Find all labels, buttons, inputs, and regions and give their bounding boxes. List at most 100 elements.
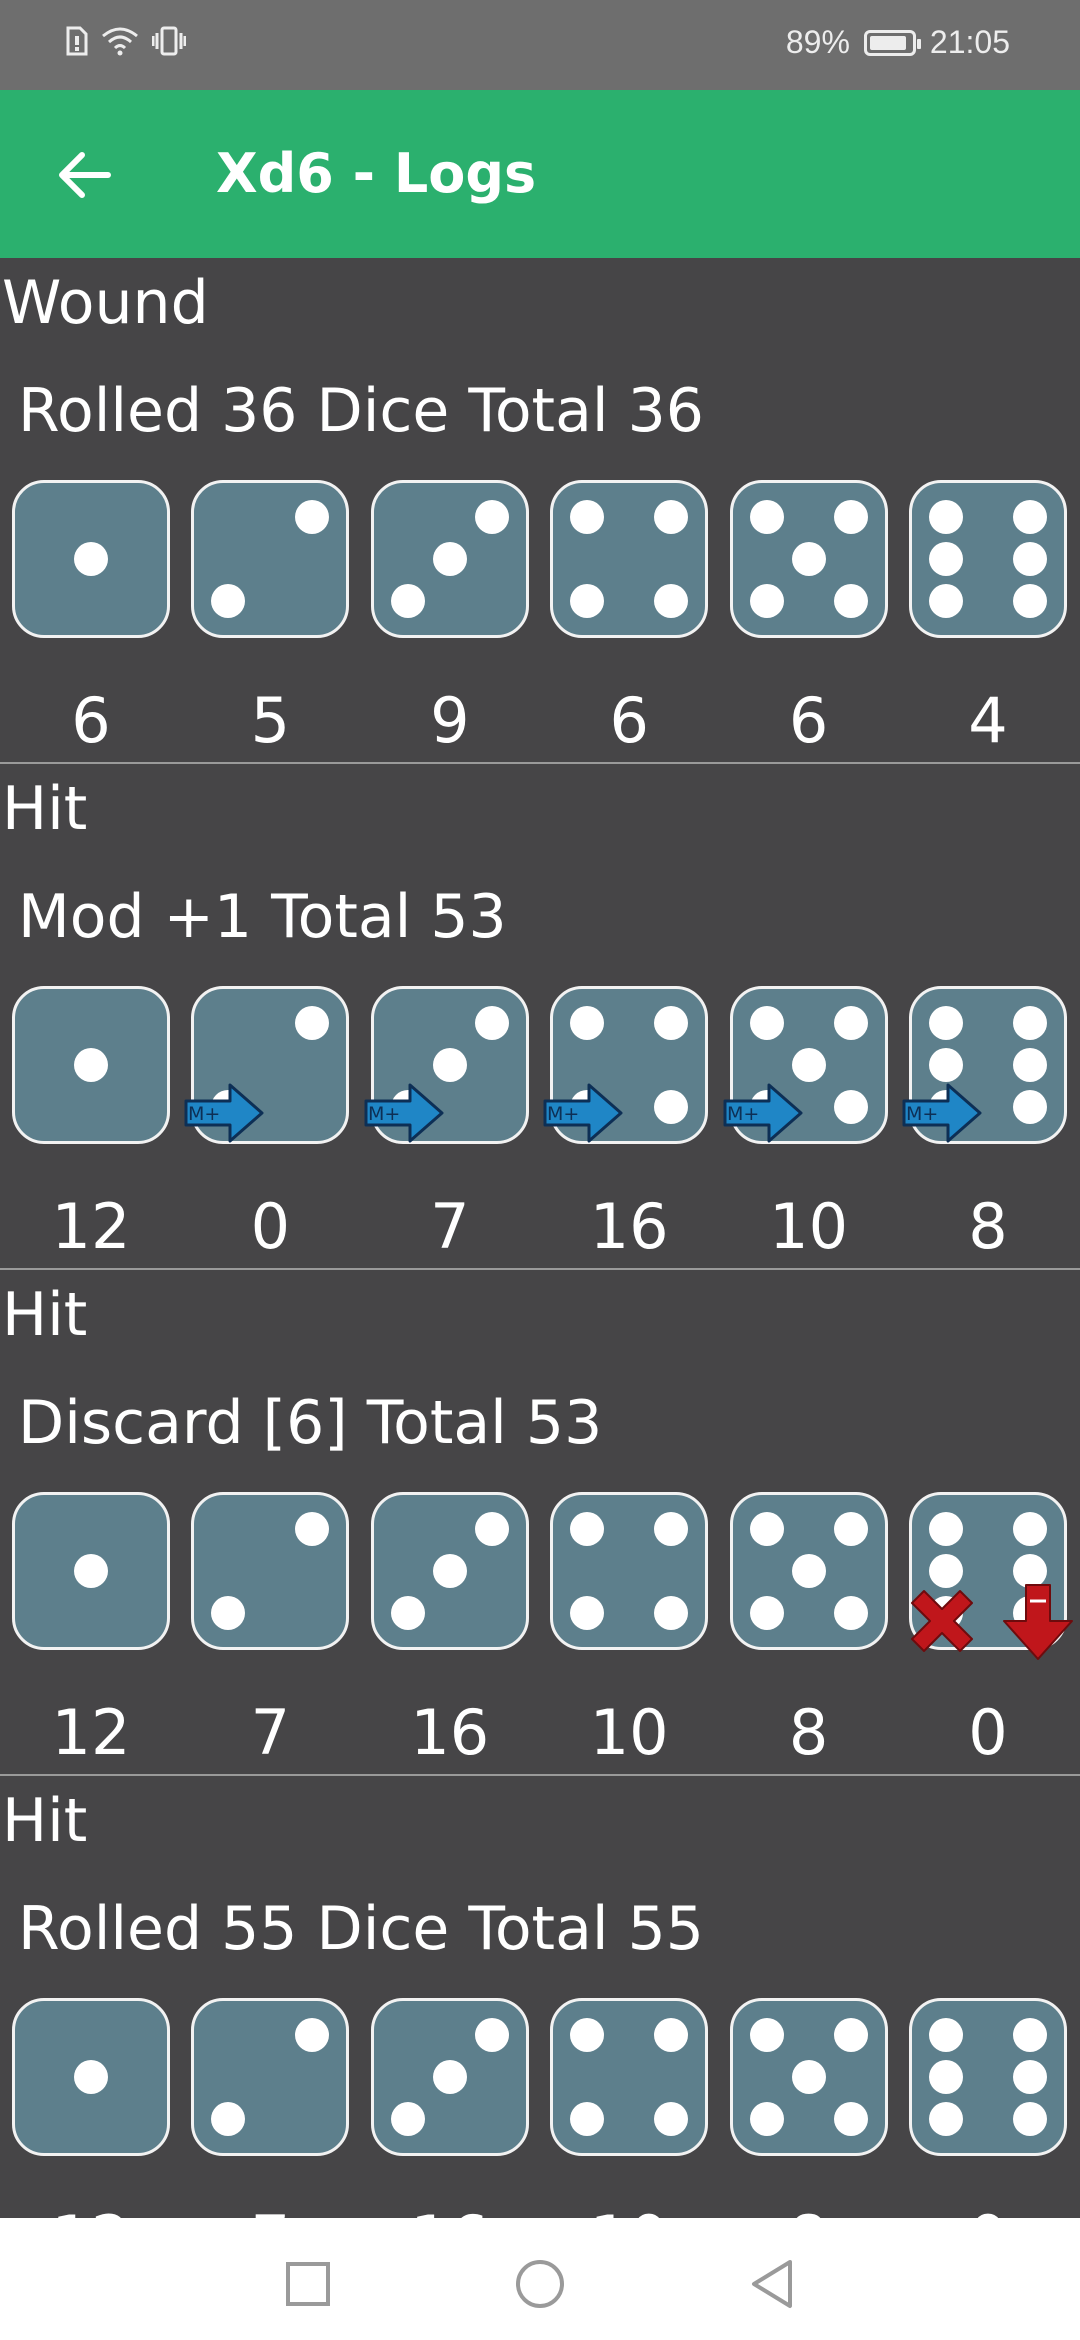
die-face-1[interactable] <box>12 986 170 1144</box>
die-pip <box>432 542 467 576</box>
svg-text:M+: M+ <box>368 1103 400 1125</box>
die-pip <box>570 2018 605 2052</box>
die-pip <box>570 500 605 534</box>
dice-row: M+ M+ M+ M+ M+ <box>12 986 1072 1150</box>
die-pip <box>654 1006 689 1040</box>
die-pip <box>929 2102 963 2136</box>
die-face-4[interactable]: M+ <box>543 986 709 1144</box>
log-entry-summary: Discard [6] Total 53 <box>18 1388 603 1458</box>
modifier-arrow-icon: M+ <box>902 1083 982 1143</box>
die-pip <box>654 1090 689 1124</box>
die-pip <box>295 2018 330 2052</box>
die-face-2[interactable] <box>191 1998 350 2156</box>
die-count: 12 <box>51 1190 131 1263</box>
die-face-1[interactable] <box>12 1492 170 1650</box>
die-pip <box>749 2102 784 2136</box>
die-pip <box>570 1512 605 1546</box>
die-pip <box>295 1512 330 1546</box>
die-pip <box>474 2018 509 2052</box>
modifier-arrow-icon: M+ <box>364 1083 444 1143</box>
battery-percent: 89% <box>785 24 850 60</box>
die-pip <box>654 1596 689 1630</box>
die-face-3[interactable]: M+ <box>364 986 529 1144</box>
arrow-left-icon[interactable] <box>50 140 120 210</box>
system-nav-bar <box>0 2218 1080 2340</box>
die-count: 7 <box>430 1190 470 1263</box>
die-count: 16 <box>410 1696 490 1769</box>
die-face-4[interactable] <box>550 480 709 638</box>
svg-text:M+: M+ <box>906 1103 938 1125</box>
die-pip <box>74 542 108 576</box>
die-face-4[interactable] <box>550 1492 709 1650</box>
die-pip <box>749 1512 784 1546</box>
die-pip <box>929 584 963 618</box>
die-count: 4 <box>968 684 1008 757</box>
die-face-4[interactable] <box>550 1998 709 2156</box>
die-pip <box>295 1006 330 1040</box>
die-pip <box>929 2060 963 2094</box>
svg-text:M+: M+ <box>188 1103 220 1125</box>
die-pip <box>749 1006 784 1040</box>
die-face-6[interactable]: M+ <box>902 986 1067 1144</box>
die-face-3[interactable] <box>370 1998 529 2156</box>
die-pip <box>654 1512 689 1546</box>
die-pip <box>295 500 330 534</box>
log-list[interactable]: Wound Rolled 36 Dice Total 36 6 5 9 6 6 4 Hit Mod… <box>0 258 1080 2282</box>
die-pip <box>211 584 246 618</box>
die-pip <box>74 1554 108 1588</box>
die-pip <box>211 2102 246 2136</box>
die-face-2[interactable] <box>191 480 350 638</box>
die-face-5[interactable] <box>729 1998 888 2156</box>
log-entry-title: Wound <box>2 268 209 338</box>
die-pip <box>929 1048 963 1082</box>
die-count: 16 <box>589 1190 669 1263</box>
die-face-1[interactable] <box>12 1998 170 2156</box>
die-count: 10 <box>769 1190 849 1263</box>
die-pip <box>211 1596 246 1630</box>
die-pip <box>749 584 784 618</box>
recent-apps-icon[interactable] <box>278 2254 338 2314</box>
die-pip <box>1013 2018 1047 2052</box>
die-face-6[interactable] <box>909 480 1067 638</box>
die-pip <box>833 2018 868 2052</box>
die-count: 8 <box>788 1696 829 1769</box>
die-face-2[interactable] <box>191 1492 350 1650</box>
die-pip <box>1013 584 1047 618</box>
die-face-6[interactable] <box>909 1492 1073 1660</box>
die-face-3[interactable] <box>370 1492 529 1650</box>
die-pip <box>791 542 826 576</box>
home-icon[interactable] <box>510 2254 570 2314</box>
die-count: 0 <box>250 1190 291 1263</box>
die-face-5[interactable] <box>729 1492 888 1650</box>
drop-down-arrow-icon <box>1003 1584 1073 1660</box>
die-pip <box>390 1596 425 1630</box>
die-pip <box>654 2018 689 2052</box>
die-pip <box>654 584 689 618</box>
vibrate-icon <box>152 26 186 56</box>
die-face-5[interactable] <box>729 480 888 638</box>
die-pip <box>1013 1090 1047 1124</box>
die-face-5[interactable]: M+ <box>723 986 888 1144</box>
die-pip <box>929 542 963 576</box>
die-pip <box>1013 2102 1047 2136</box>
die-pip <box>474 1006 509 1040</box>
die-pip <box>1013 1048 1047 1082</box>
wifi-icon <box>102 27 138 56</box>
die-count: 8 <box>968 1190 1008 1263</box>
svg-text:M+: M+ <box>727 1103 759 1125</box>
die-pip <box>929 1512 963 1546</box>
die-face-3[interactable] <box>370 480 529 638</box>
die-face-2[interactable]: M+ <box>184 986 350 1144</box>
die-face-1[interactable] <box>12 480 170 638</box>
die-pip <box>1013 500 1047 534</box>
sim-icon <box>66 26 88 56</box>
die-pip <box>432 1554 467 1588</box>
die-pip <box>1013 1006 1047 1040</box>
back-triangle-icon[interactable] <box>742 2254 802 2314</box>
dice-row <box>12 480 1072 644</box>
die-pip <box>474 1512 509 1546</box>
die-face-6[interactable] <box>909 1998 1067 2156</box>
log-entry: HitRolled 55 Dice Total 55127161080 <box>0 1776 1080 2282</box>
die-pip <box>833 584 868 618</box>
die-count: 5 <box>250 684 291 757</box>
